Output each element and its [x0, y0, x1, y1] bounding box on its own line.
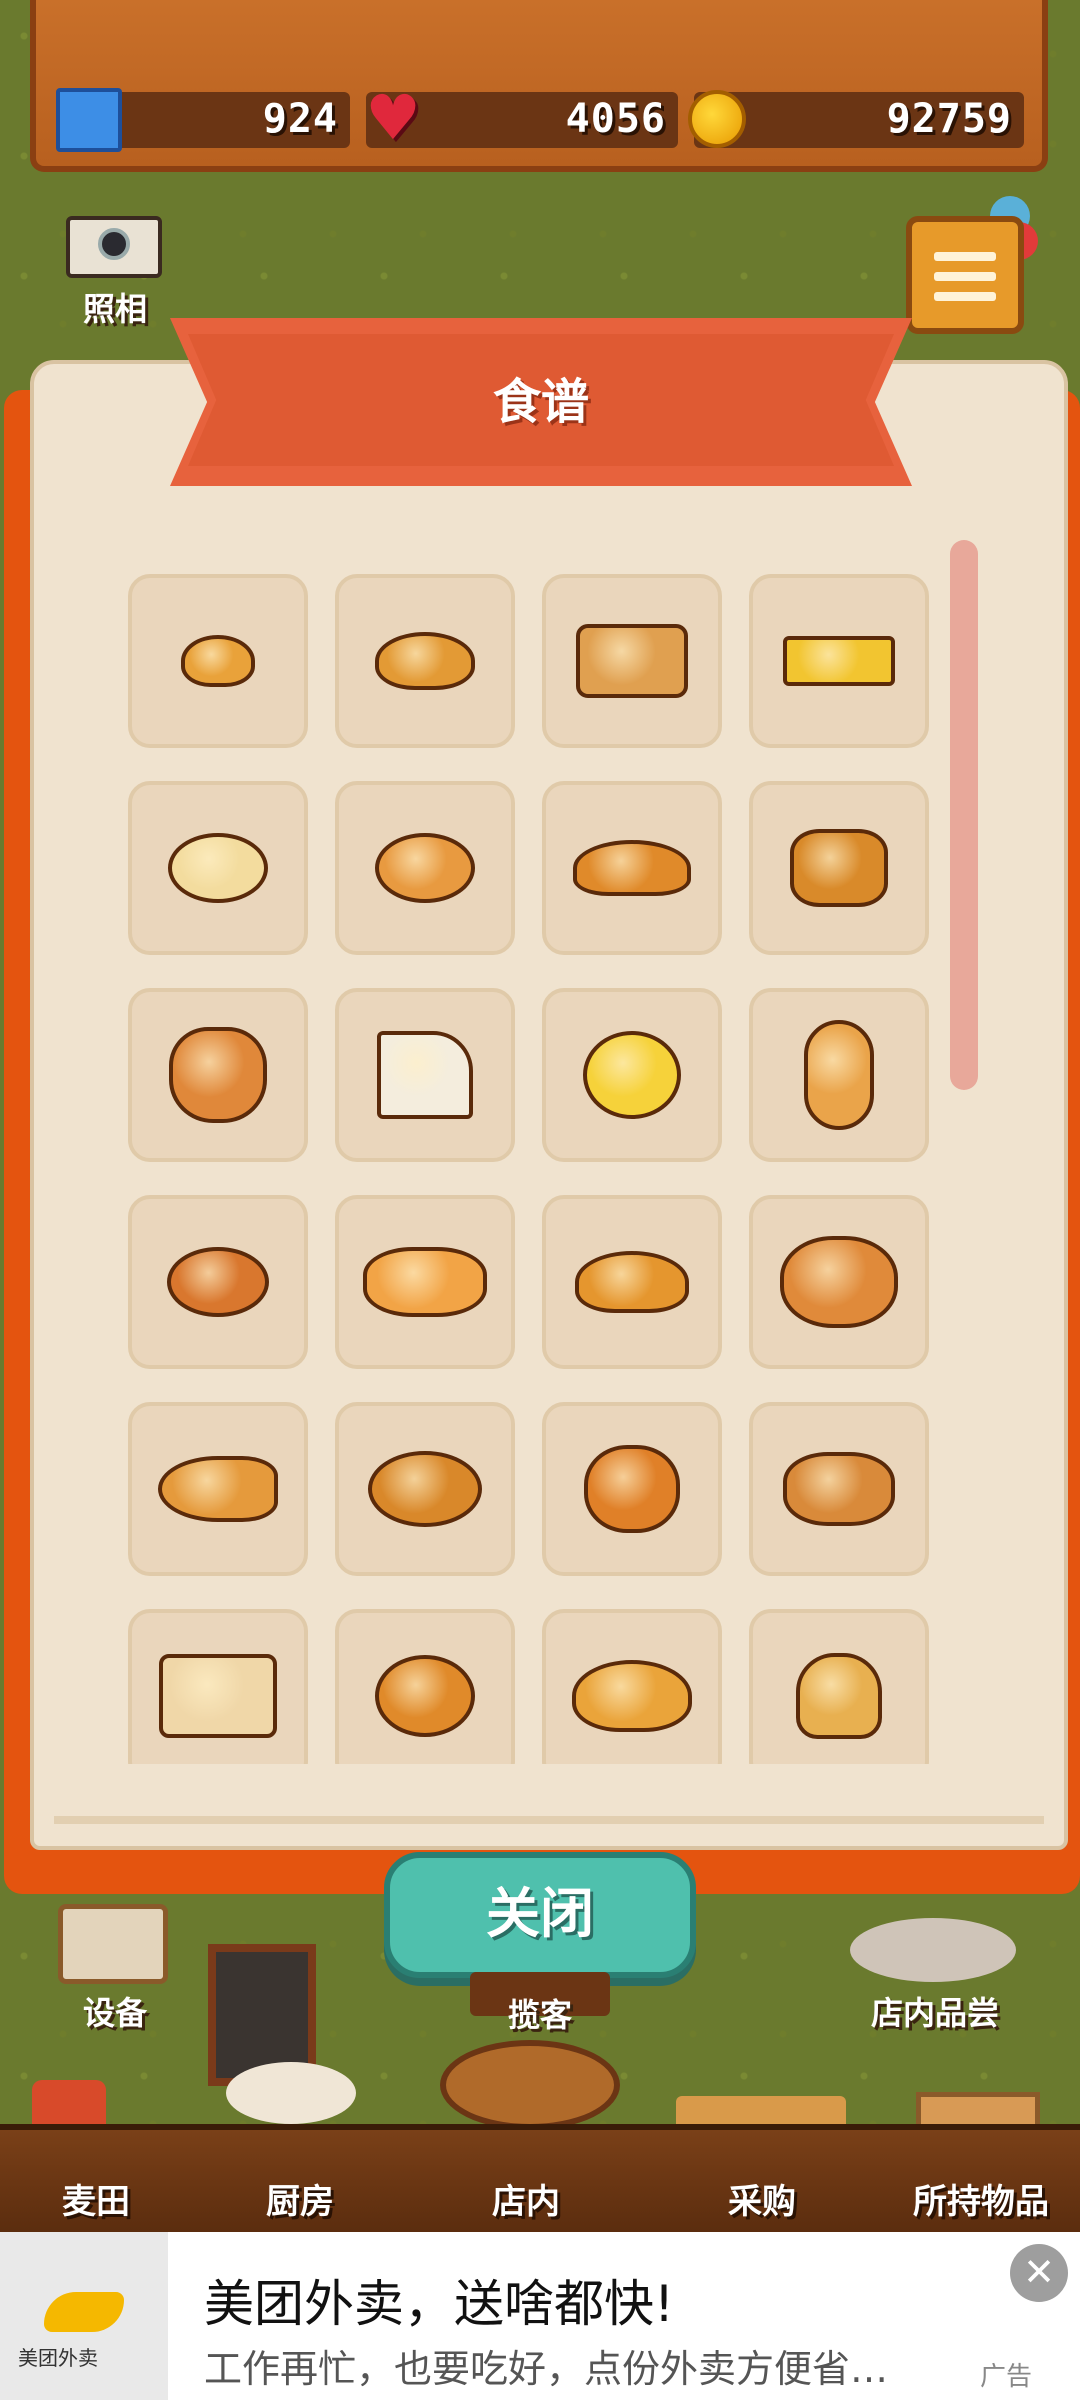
cream-bread-icon [575, 1251, 689, 1313]
croissant-icon [573, 840, 691, 896]
menu-line-icon [934, 292, 996, 301]
recipe-grid [128, 574, 934, 1770]
recipe-slot[interactable] [749, 988, 929, 1162]
small-bun-icon [181, 635, 255, 687]
camera-label[interactable]: 照相 [50, 284, 180, 330]
dough-icon [226, 2062, 356, 2124]
heart-counter: ♥ 4056 [365, 87, 678, 149]
recipe-slot[interactable] [542, 574, 722, 748]
recipe-grid-viewport [128, 574, 934, 1764]
menu-line-icon [934, 252, 996, 261]
page-edge [54, 1816, 1044, 1824]
egg-toast-icon [159, 1654, 277, 1738]
recipe-slot[interactable] [542, 1609, 722, 1764]
sandwich-icon [377, 1031, 473, 1119]
loaf-bread-icon [576, 624, 688, 698]
recipe-book-title: 食谱 [492, 374, 589, 430]
currency-board: 924 ♥ 4056 92759 [30, 0, 1048, 172]
ad-title[interactable]: 美团外卖，送啥都快! [204, 2264, 674, 2336]
recipe-slot[interactable] [128, 1402, 308, 1576]
nav-wheat-field[interactable]: 麦田 [6, 2174, 186, 2223]
coin-value: 92759 [886, 96, 1012, 142]
bear-bread-icon [584, 1445, 680, 1533]
castella-icon [783, 636, 895, 686]
melon-pastry-icon [790, 829, 888, 907]
melon-pan-icon [583, 1031, 681, 1119]
ad-logo[interactable]: 美团外卖 [0, 2232, 168, 2400]
equipment-icon[interactable] [58, 1904, 168, 1984]
jam-danish-icon [780, 1236, 898, 1328]
ad-close-button[interactable]: ✕ [1010, 2244, 1068, 2302]
recipe-slot[interactable] [128, 1609, 308, 1764]
ticket-icon [56, 88, 122, 152]
plain-donut-icon [168, 833, 268, 903]
recipe-slot[interactable] [335, 1195, 515, 1369]
menu-line-icon [934, 272, 996, 281]
recipe-slot[interactable] [335, 574, 515, 748]
nav-shop[interactable]: 店内 [436, 2174, 616, 2223]
recipe-slot[interactable] [749, 574, 929, 748]
tasting-label[interactable]: 店内品尝 [830, 1988, 1040, 2034]
ad-banner[interactable]: 美团外卖 美团外卖，送啥都快! 工作再忙，也要吃好，点份外卖方便省… ✕ [0, 2232, 1080, 2400]
recipe-slot[interactable] [335, 1402, 515, 1576]
recipe-slot[interactable] [542, 781, 722, 955]
solicit-label[interactable]: 揽客 [460, 1990, 620, 2036]
recipe-slot[interactable] [128, 781, 308, 955]
recipe-slot[interactable] [749, 1609, 929, 1764]
bread-basket-icon[interactable] [440, 2040, 620, 2130]
pizza-bread-icon [363, 1247, 487, 1317]
baguette-icon [804, 1020, 874, 1130]
bunny-bread-icon [169, 1027, 267, 1123]
cinnamon-roll-icon [783, 1452, 895, 1526]
recipe-slot[interactable] [128, 988, 308, 1162]
recipe-slot[interactable] [749, 781, 929, 955]
close-button-label: 关闭 [486, 1882, 594, 1945]
round-bread-icon [375, 632, 475, 690]
recipe-slot[interactable] [542, 1195, 722, 1369]
nav-inventory[interactable]: 所持物品 [886, 2174, 1076, 2223]
menu-button[interactable] [906, 216, 1024, 334]
heart-value: 4056 [565, 96, 666, 142]
round-pie-icon [375, 1655, 475, 1737]
ad-brand: 美团外卖 [18, 2346, 98, 2370]
recipe-slot[interactable] [128, 574, 308, 748]
sugar-bread-icon [368, 1451, 482, 1527]
chocolate-cornet-icon [158, 1456, 278, 1522]
sprinkle-donut-icon [167, 1247, 269, 1317]
recipe-slot[interactable] [542, 988, 722, 1162]
ticket-value: 924 [262, 96, 338, 142]
recipe-slot[interactable] [128, 1195, 308, 1369]
heart-icon: ♥ [365, 81, 421, 154]
recipe-slot[interactable] [335, 988, 515, 1162]
nav-purchase[interactable]: 采购 [672, 2174, 852, 2223]
recipe-slot[interactable] [335, 1609, 515, 1764]
tasting-table-icon[interactable] [850, 1918, 1016, 1982]
coin-counter: 92759 [688, 90, 1024, 148]
recipe-slot[interactable] [749, 1195, 929, 1369]
nav-kitchen[interactable]: 厨房 [210, 2174, 390, 2223]
cream-croissant-icon [572, 1660, 692, 1732]
kangaroo-logo-icon [44, 2292, 124, 2332]
recipe-slot[interactable] [335, 781, 515, 955]
close-button[interactable]: 关闭 [384, 1852, 696, 1978]
burger-icon [796, 1653, 882, 1739]
recipe-slot[interactable] [542, 1402, 722, 1576]
ad-tag: 广告 [980, 2362, 1033, 2392]
ad-subtitle[interactable]: 工作再忙，也要吃好，点份外卖方便省… [204, 2338, 888, 2393]
coin-icon [688, 90, 746, 148]
camera-icon[interactable] [66, 216, 162, 278]
equipment-label[interactable]: 设备 [40, 1988, 190, 2034]
ticket-counter: 924 [56, 88, 350, 152]
ring-donut-icon [375, 833, 475, 903]
recipe-slot[interactable] [749, 1402, 929, 1576]
recipe-scrollbar[interactable] [950, 540, 978, 1090]
